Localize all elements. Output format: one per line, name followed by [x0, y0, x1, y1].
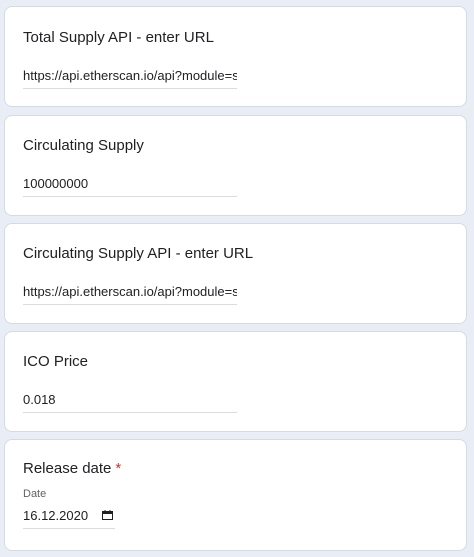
question-card-total-supply-api: Total Supply API - enter URL https://api…: [4, 6, 467, 107]
release-date-title: Release date *: [23, 460, 121, 477]
question-title: Circulating Supply: [23, 137, 144, 154]
question-title: Circulating Supply API - enter URL: [23, 245, 254, 262]
total-supply-api-input[interactable]: https://api.etherscan.io/api?module=stat…: [23, 67, 237, 89]
required-asterisk: *: [115, 460, 122, 477]
question-card-release-date: Release date * Date 16.12.2020: [4, 439, 467, 551]
circulating-supply-api-input[interactable]: https://api.etherscan.io/api?module=stat…: [23, 283, 237, 305]
question-title: Total Supply API - enter URL: [23, 29, 214, 46]
question-card-circulating-supply: Circulating Supply 100000000: [4, 115, 467, 216]
circulating-supply-input[interactable]: 100000000: [23, 175, 237, 197]
release-date-value: 16.12.2020: [23, 508, 89, 523]
question-card-ico-price: ICO Price 0.018: [4, 331, 467, 432]
ico-price-input[interactable]: 0.018: [23, 391, 237, 413]
calendar-icon[interactable]: [102, 510, 113, 520]
question-card-circulating-supply-api: Circulating Supply API - enter URL https…: [4, 223, 467, 324]
date-sublabel: Date: [23, 488, 47, 500]
release-date-input[interactable]: 16.12.2020: [23, 507, 115, 529]
release-date-title-text: Release date: [23, 460, 112, 477]
question-title: ICO Price: [23, 353, 89, 370]
